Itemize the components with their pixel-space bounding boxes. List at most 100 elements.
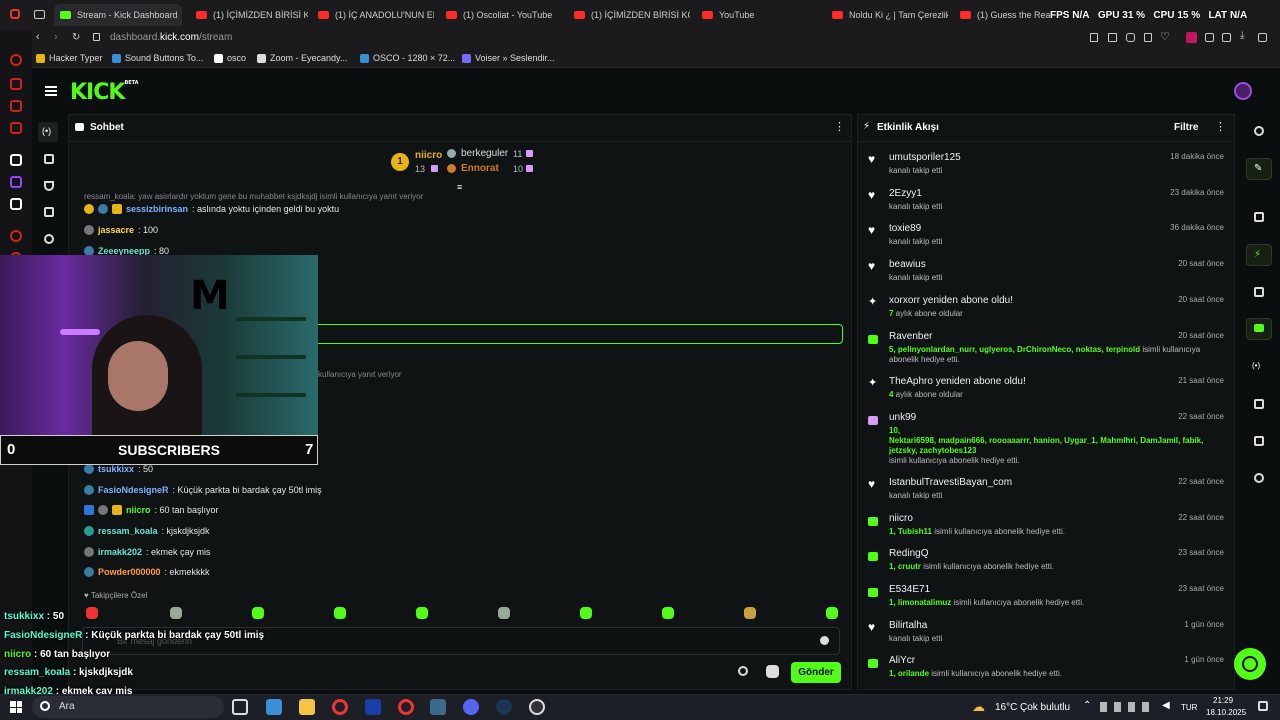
- extension-active-icon[interactable]: [1186, 32, 1197, 43]
- browser-tab[interactable]: YouTube: [696, 4, 818, 26]
- notes-icon[interactable]: [1254, 287, 1264, 297]
- chat-settings-icon[interactable]: [738, 666, 748, 676]
- reload-icon[interactable]: ↻: [72, 32, 80, 43]
- discord-icon[interactable]: [10, 154, 22, 166]
- event-highlight[interactable]: 1, limonatalimuz: [889, 598, 951, 607]
- chat-username[interactable]: irmakk202: [98, 547, 142, 557]
- kick-logo[interactable]: KICKBETA: [70, 80, 139, 105]
- notification-icon[interactable]: [1258, 701, 1268, 711]
- camera-icon[interactable]: [44, 207, 54, 217]
- messenger-icon[interactable]: [10, 100, 22, 112]
- emote-icon[interactable]: [826, 607, 838, 619]
- integrations-icon[interactable]: [1254, 473, 1264, 483]
- emote-icon[interactable]: [744, 607, 756, 619]
- event-highlight[interactable]: 10,: [889, 426, 900, 435]
- task-view-icon[interactable]: [232, 699, 248, 715]
- twitch-icon[interactable]: [10, 176, 22, 188]
- browser-tab[interactable]: (1) Guess the Real vs A: [954, 4, 1050, 26]
- event-highlight[interactable]: 1, Tubish11: [889, 527, 932, 536]
- clock-time[interactable]: 21:29: [1213, 696, 1233, 705]
- camera-frame-icon[interactable]: [1254, 212, 1264, 222]
- snapshot-icon[interactable]: [1144, 33, 1152, 42]
- browser-tab[interactable]: (1) İÇ ANADOLU'NUN EN: [312, 4, 434, 26]
- download-icon[interactable]: ⤓: [1240, 30, 1244, 41]
- file-explorer-icon[interactable]: [299, 699, 315, 715]
- taskbar-search[interactable]: Ara: [32, 696, 224, 718]
- emote-icon[interactable]: [252, 607, 264, 619]
- browser-tab[interactable]: (1) Oscoliat - YouTube: [440, 4, 562, 26]
- layout-icon[interactable]: [1254, 399, 1264, 409]
- steam-icon[interactable]: [496, 699, 512, 715]
- emote-icon[interactable]: [416, 607, 428, 619]
- send-button[interactable]: Gönder: [791, 662, 841, 683]
- bookmark-item[interactable]: osco: [214, 53, 246, 63]
- opera-gx-icon[interactable]: [398, 699, 414, 715]
- emoji-icon[interactable]: [820, 636, 829, 645]
- youtube-icon[interactable]: [10, 122, 22, 134]
- shield-icon[interactable]: [1126, 33, 1135, 42]
- emote-icon[interactable]: [86, 607, 98, 619]
- start-button[interactable]: [10, 701, 22, 713]
- volume-icon[interactable]: ◀: [1162, 700, 1170, 711]
- files-app-icon[interactable]: [266, 699, 282, 715]
- url-field[interactable]: dashboard.kick.com/stream: [110, 32, 232, 43]
- chat-username[interactable]: Powder000000: [98, 567, 161, 577]
- browser-tab[interactable]: (1) İÇİMİZDEN BİRİSİ KÖS: [190, 4, 308, 26]
- broadcast-icon[interactable]: (•): [42, 126, 51, 136]
- emote-icon[interactable]: [334, 607, 346, 619]
- weather-temp[interactable]: 16°C: [995, 702, 1017, 713]
- tray-app-icons[interactable]: [1100, 702, 1156, 712]
- event-highlight[interactable]: 1, cruutr: [889, 562, 921, 571]
- menu-more-icon[interactable]: [1258, 33, 1267, 42]
- chat-username[interactable]: jassacre: [98, 225, 134, 235]
- browser-tab[interactable]: (1) İÇİMİZDEN BİRİSİ KÖS: [568, 4, 690, 26]
- support-icon[interactable]: [1234, 648, 1266, 680]
- filter-button[interactable]: Filtre: [1174, 122, 1198, 133]
- pin-icon[interactable]: [1090, 33, 1098, 42]
- weather-desc[interactable]: Çok bulutlu: [1020, 702, 1070, 713]
- user-avatar[interactable]: [1234, 82, 1252, 100]
- wallet-icon[interactable]: [1222, 33, 1231, 42]
- browser-tab[interactable]: Noldu Ki ¿ | Tam Çerezlik: [826, 4, 948, 26]
- extensions-icon[interactable]: [1205, 33, 1214, 42]
- emote-icon[interactable]: [662, 607, 674, 619]
- info-icon[interactable]: [1254, 126, 1264, 136]
- emote-icon[interactable]: [498, 607, 510, 619]
- heart-outline-icon[interactable]: ♡: [1160, 30, 1170, 43]
- chat-username[interactable]: sessizbirinsan: [126, 204, 188, 214]
- x-icon[interactable]: [10, 198, 22, 210]
- opera-icon[interactable]: [332, 699, 348, 715]
- bookmark-item[interactable]: OSCO - 1280 × 72...: [360, 53, 455, 63]
- obs-icon[interactable]: [529, 699, 545, 715]
- app-settings-icon[interactable]: [430, 699, 446, 715]
- shop-icon[interactable]: [10, 78, 22, 90]
- language-indicator[interactable]: TUR: [1181, 703, 1197, 712]
- discord-app-icon[interactable]: [463, 699, 479, 715]
- event-highlight[interactable]: 1, orilande: [889, 669, 929, 678]
- emote-icon[interactable]: [580, 607, 592, 619]
- forward-icon[interactable]: ›: [54, 31, 58, 43]
- bookmark-item[interactable]: Hacker Typer: [36, 53, 102, 63]
- chat-more-icon[interactable]: ⋮: [834, 120, 845, 133]
- window-menu-icon[interactable]: [10, 9, 20, 19]
- wrench-icon[interactable]: [1254, 436, 1264, 446]
- bookmark-item[interactable]: Zoom - Eyecandy...: [257, 53, 347, 63]
- community-icon[interactable]: [44, 234, 54, 244]
- event-highlight[interactable]: jetzsky, zachytobes123: [889, 446, 976, 455]
- activity-more-icon[interactable]: ⋮: [1215, 120, 1226, 133]
- bookmark-item[interactable]: Voiser » Seslendir...: [462, 53, 555, 63]
- hamburger-menu-icon[interactable]: [45, 86, 57, 96]
- chat-username[interactable]: niicro: [126, 505, 151, 515]
- emote-picker-icon[interactable]: [766, 665, 779, 678]
- event-highlight[interactable]: 5, pelinyonlardan_nurr, uglyeros, DrChir…: [889, 345, 1140, 354]
- history-icon[interactable]: [10, 230, 22, 242]
- browser-tab[interactable]: Stream - Kick Dashboard: [54, 4, 182, 26]
- collapse-chevron-icon[interactable]: ≡: [457, 182, 462, 192]
- broadcast-tool-icon[interactable]: (•): [1252, 361, 1260, 370]
- chat-username[interactable]: tsukkixx: [98, 464, 134, 474]
- tab-list-icon[interactable]: [34, 10, 45, 19]
- chat-username[interactable]: ressam_koala: [98, 526, 158, 536]
- trophy-icon[interactable]: [44, 181, 54, 191]
- emote-icon[interactable]: [170, 607, 182, 619]
- bookmark-item[interactable]: Sound Buttons To...: [112, 53, 203, 63]
